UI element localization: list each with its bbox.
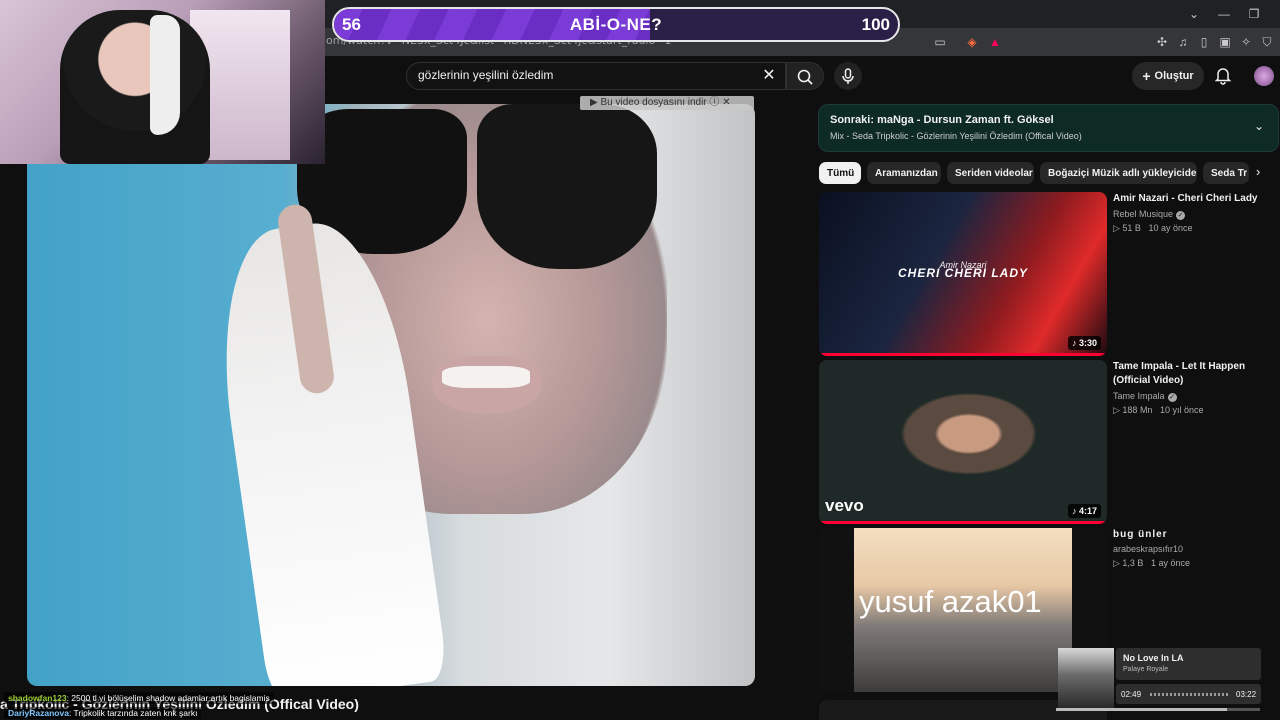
- thumb-text: CHERI CHERI LADY: [897, 266, 1028, 280]
- recommendation-channel[interactable]: Tame Impala ✓: [1113, 391, 1177, 402]
- chat-username: shadowfan123: [8, 693, 67, 703]
- chat-text: : 2500 tl yi bölüşelim shadow adamlar ar…: [66, 693, 270, 703]
- duration-badge: ♪ 3:30: [1067, 336, 1101, 350]
- recommendation-channel[interactable]: Rebel Musique ✓: [1113, 209, 1186, 220]
- leo-ai-icon[interactable]: ✧: [1236, 32, 1256, 52]
- duration-badge: ♪ 4:17: [1067, 504, 1101, 518]
- recommendation-thumbnail[interactable]: Amir Nazari CHERI CHERI LADY ♪ 3:30: [819, 192, 1107, 356]
- recommendation-channel[interactable]: arabeskrapsıfır10: [1113, 544, 1183, 554]
- up-next-subtitle: Mix - Seda Tripkolic - Gözlerinin Yeşili…: [830, 131, 1082, 141]
- extensions-icon[interactable]: ✣: [1152, 32, 1172, 52]
- subscriber-goal-target: 100: [861, 15, 890, 34]
- chip-series-videos[interactable]: Seriden videolar: [947, 162, 1034, 184]
- webcam-overlay: [0, 0, 325, 164]
- video-player[interactable]: [27, 104, 755, 686]
- webcam-streamer-hair: [150, 15, 180, 135]
- verified-icon: ✓: [1167, 393, 1177, 402]
- thumb-text: yusuf azak01: [859, 584, 1042, 619]
- vpn-shield-icon[interactable]: ⛉: [1257, 32, 1277, 52]
- chip-from-search[interactable]: Aramanızdan: [867, 162, 941, 184]
- now-playing-progress-fill: [1056, 708, 1228, 711]
- rewards-icon[interactable]: ▲: [985, 32, 1005, 52]
- video-frame-sunglasses-right: [477, 104, 657, 269]
- microphone-icon: [842, 68, 854, 84]
- bell-icon: [1214, 68, 1232, 85]
- recommendation-title[interactable]: bug ünler: [1113, 528, 1278, 542]
- now-playing-title: No Love In LA: [1123, 653, 1184, 663]
- minimize-icon[interactable]: —: [1214, 4, 1234, 24]
- download-video-tooltip[interactable]: ▶ Bu video dosyasını indir ⓘ ✕: [580, 96, 754, 110]
- create-button[interactable]: + Oluştur: [1132, 62, 1204, 90]
- chip-seda[interactable]: Seda Tr: [1203, 162, 1249, 184]
- chip-uploader[interactable]: Boğaziçi Müzik adlı yükleyiciden: [1040, 162, 1197, 184]
- now-playing-album-art: [1058, 648, 1114, 708]
- verified-icon: ✓: [1176, 211, 1186, 220]
- vevo-logo: vevo: [825, 496, 864, 515]
- watch-progress-bar: [819, 521, 1107, 524]
- chip-all[interactable]: Tümü: [819, 162, 861, 184]
- search-button[interactable]: [786, 62, 824, 90]
- sidebar-icon[interactable]: ▯: [1194, 32, 1214, 52]
- recommendation-meta: ▷ 51 B 10 ay önce: [1113, 223, 1193, 233]
- maximize-icon[interactable]: ❐: [1244, 4, 1264, 24]
- webcam-streamer: [60, 10, 210, 164]
- close-icon[interactable]: ✕: [760, 65, 778, 85]
- recommendation-meta: ▷ 1,3 B 1 ay önce: [1113, 558, 1190, 568]
- now-playing-artist: Palaye Royale: [1123, 666, 1169, 673]
- avatar[interactable]: [1254, 66, 1274, 86]
- chat-message: shadowfan123: 2500 tl yi bölüşelim shado…: [4, 692, 274, 704]
- brave-shield-icon[interactable]: ◈: [962, 32, 982, 52]
- now-playing-total: 03:22: [1236, 690, 1257, 699]
- music-icon[interactable]: ♫: [1173, 32, 1193, 52]
- now-playing-progress: [1056, 708, 1260, 711]
- voice-search-button[interactable]: [834, 62, 862, 90]
- chat-message: DariyRazanova: Tripkolik tarzında zaten …: [4, 707, 202, 719]
- recommendation-title[interactable]: Amir Nazari - Cheri Cheri Lady: [1113, 192, 1278, 206]
- search-icon: [797, 69, 813, 85]
- wallet-icon[interactable]: ▣: [1215, 32, 1235, 52]
- up-next-title: Sonraki: maNga - Dursun Zaman ft. Göksel: [830, 114, 1054, 126]
- now-playing-elapsed: 02:49: [1121, 690, 1142, 699]
- plus-icon: +: [1142, 68, 1151, 84]
- recommendation-meta: ▷ 188 Mn 10 yıl önce: [1113, 405, 1204, 415]
- chat-text: : Tripkolik tarzında zaten knk şarkı: [68, 708, 198, 718]
- video-frame-teeth: [442, 366, 530, 388]
- create-button-label: Oluştur: [1154, 70, 1194, 82]
- chat-username: DariyRazanova: [8, 708, 69, 718]
- search-input-value[interactable]: gözlerinin yeşilini özledim: [418, 68, 553, 82]
- up-next-panel[interactable]: [818, 104, 1279, 152]
- watch-progress-bar: [819, 353, 1107, 356]
- tab-list-icon[interactable]: ⌄: [1184, 4, 1204, 24]
- chevron-right-icon[interactable]: ›: [1256, 164, 1260, 179]
- subscriber-goal-title: ABİ-O-NE?: [569, 15, 663, 34]
- recommendation-thumbnail[interactable]: vevo ♪ 4:17: [819, 360, 1107, 524]
- notifications-button[interactable]: [1212, 64, 1234, 86]
- subscriber-goal-bar: 56 ABİ-O-NE? 100: [332, 7, 900, 42]
- now-playing-waveform: [1150, 693, 1230, 696]
- cast-icon[interactable]: ▭: [930, 32, 950, 52]
- chevron-down-icon[interactable]: ⌄: [1254, 119, 1264, 133]
- recommendation-title[interactable]: Tame Impala - Let It Happen (Official Vi…: [1113, 360, 1278, 388]
